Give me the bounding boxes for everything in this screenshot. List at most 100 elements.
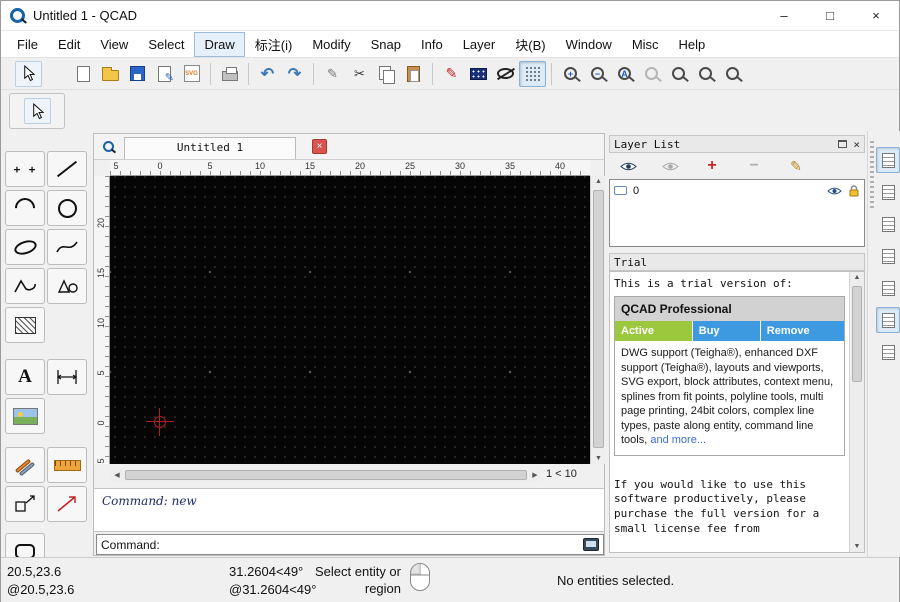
- remove-layer-button[interactable]: −: [739, 155, 769, 177]
- selection-filter-button[interactable]: [876, 339, 900, 365]
- undo-button[interactable]: ↶: [254, 61, 281, 87]
- menu-select[interactable]: Select: [138, 32, 194, 57]
- command-line-button[interactable]: [876, 243, 900, 269]
- menu-help[interactable]: Help: [669, 32, 716, 57]
- menu-layer[interactable]: Layer: [453, 32, 506, 57]
- scroll-up-icon[interactable]: ▲: [850, 274, 864, 281]
- block-button[interactable]: [465, 61, 492, 87]
- vertical-scrollbar[interactable]: ▲ ▼: [590, 176, 605, 464]
- menu-block[interactable]: 块(B): [505, 30, 555, 59]
- block-list-button[interactable]: [876, 179, 900, 205]
- close-button[interactable]: ×: [853, 1, 899, 30]
- svg-export-button[interactable]: SVG: [178, 61, 205, 87]
- selection-tool-button[interactable]: [15, 61, 42, 87]
- remove-button[interactable]: Remove: [761, 321, 844, 341]
- measure-tool-button[interactable]: [47, 486, 87, 522]
- property-painter-button[interactable]: ✎: [438, 61, 465, 87]
- dock-handle[interactable]: [870, 141, 874, 211]
- pen-tools-button[interactable]: [5, 447, 45, 483]
- ellipse-tool-button[interactable]: [492, 61, 519, 87]
- scroll-right-icon[interactable]: ▶: [528, 471, 542, 479]
- hide-all-layers-button[interactable]: [655, 155, 685, 177]
- circle-tool-button[interactable]: [47, 190, 87, 226]
- zoom-in-button[interactable]: +: [557, 61, 584, 87]
- print-preview-button[interactable]: [216, 61, 243, 87]
- save-button[interactable]: [124, 61, 151, 87]
- menu-modify[interactable]: Modify: [302, 32, 360, 57]
- point-tool-button[interactable]: + +: [5, 151, 45, 187]
- text-tool-button[interactable]: A: [5, 359, 45, 395]
- scroll-thumb[interactable]: [852, 286, 862, 382]
- layer-color-swatch[interactable]: [614, 186, 627, 195]
- add-layer-button[interactable]: +: [697, 155, 727, 177]
- layer-list-button[interactable]: [876, 307, 900, 333]
- menu-misc[interactable]: Misc: [622, 32, 669, 57]
- active-button[interactable]: Active: [615, 321, 693, 341]
- menu-view[interactable]: View: [90, 32, 138, 57]
- arc-tool-button[interactable]: [5, 190, 45, 226]
- auto-zoom-button[interactable]: A: [611, 61, 638, 87]
- line-tool-button[interactable]: [47, 151, 87, 187]
- shape-tools-button[interactable]: [47, 268, 87, 304]
- pen-button[interactable]: ✎: [319, 61, 346, 87]
- ruler-tool-button[interactable]: [47, 447, 87, 483]
- minimize-button[interactable]: –: [761, 1, 807, 30]
- paste-button[interactable]: [400, 61, 427, 87]
- buy-button[interactable]: Buy: [693, 321, 761, 341]
- maximize-button[interactable]: □: [807, 1, 853, 30]
- rounded-shape-tool-button[interactable]: [5, 533, 45, 557]
- image-tool-button[interactable]: [5, 398, 45, 434]
- menu-file[interactable]: File: [7, 32, 48, 57]
- document-close-button[interactable]: ×: [312, 139, 327, 154]
- and-more-link[interactable]: and more...: [650, 434, 706, 446]
- edit-layer-button[interactable]: ✎: [781, 155, 811, 177]
- zoom-selection-button[interactable]: [719, 61, 746, 87]
- scroll-thumb[interactable]: [593, 190, 604, 448]
- close-dock-icon[interactable]: ×: [853, 138, 860, 151]
- new-file-button[interactable]: [70, 61, 97, 87]
- scroll-down-icon[interactable]: ▼: [850, 543, 864, 550]
- drawing-canvas[interactable]: [110, 176, 590, 464]
- copy-button[interactable]: [373, 61, 400, 87]
- show-all-layers-button[interactable]: [613, 155, 643, 177]
- open-file-button[interactable]: [97, 61, 124, 87]
- library-browser-button[interactable]: [876, 275, 900, 301]
- drawing-preferences-button[interactable]: ✎: [151, 61, 178, 87]
- dimension-tool-button[interactable]: [47, 359, 87, 395]
- command-line[interactable]: Command:: [96, 534, 604, 555]
- layer-lock-icon[interactable]: [848, 185, 860, 197]
- hatch-tool-button[interactable]: [5, 307, 45, 343]
- ellipse-tool-palette-button[interactable]: [5, 229, 45, 265]
- cut-button[interactable]: ✂: [346, 61, 373, 87]
- trial-scrollbar[interactable]: ▲ ▼: [849, 272, 864, 552]
- pan-button[interactable]: [692, 61, 719, 87]
- scroll-thumb[interactable]: [125, 470, 527, 480]
- scroll-up-icon[interactable]: ▲: [591, 178, 606, 185]
- menu-draw[interactable]: Draw: [194, 32, 244, 57]
- command-input[interactable]: [164, 538, 583, 552]
- zoom-out-button[interactable]: −: [584, 61, 611, 87]
- pointer-tool-button[interactable]: [24, 98, 51, 124]
- float-dock-icon[interactable]: [838, 140, 847, 148]
- document-tab[interactable]: Untitled 1: [124, 137, 296, 159]
- window-zoom-button[interactable]: [665, 61, 692, 87]
- menu-dimension[interactable]: 标注(i): [245, 30, 303, 59]
- menu-snap[interactable]: Snap: [361, 32, 411, 57]
- horizontal-scrollbar[interactable]: ◀ ▶: [110, 468, 542, 482]
- property-editor-button[interactable]: [876, 147, 900, 173]
- grid-toggle-button[interactable]: [519, 61, 546, 87]
- modify-tool-button[interactable]: [5, 486, 45, 522]
- scroll-left-icon[interactable]: ◀: [110, 471, 124, 479]
- layer-visible-icon[interactable]: [827, 186, 842, 196]
- view-list-button[interactable]: [876, 211, 900, 237]
- menu-window[interactable]: Window: [556, 32, 622, 57]
- command-toggle-icon[interactable]: [583, 538, 599, 551]
- menu-edit[interactable]: Edit: [48, 32, 90, 57]
- redo-button[interactable]: ↷: [281, 61, 308, 87]
- zoom-previous-button[interactable]: [638, 61, 665, 87]
- layer-row[interactable]: 0: [612, 182, 862, 199]
- polyline-tool-button[interactable]: [5, 268, 45, 304]
- spline-tool-button[interactable]: [47, 229, 87, 265]
- menu-info[interactable]: Info: [411, 32, 453, 57]
- scroll-down-icon[interactable]: ▼: [591, 455, 606, 462]
